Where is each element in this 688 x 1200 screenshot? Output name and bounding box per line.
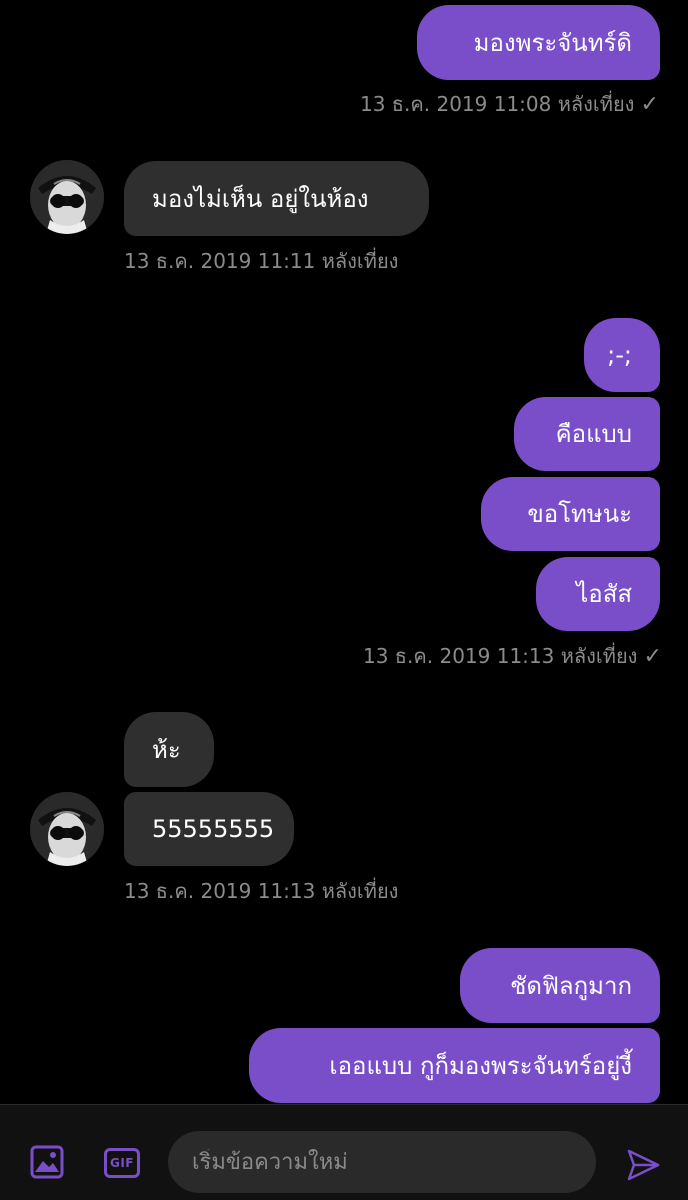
message-timestamp: 13 ธ.ค. 2019 11:08 หลังเที่ยง ✓ — [360, 88, 660, 120]
message-bubble-outgoing[interactable]: คือแบบ — [514, 397, 660, 471]
image-icon — [30, 1145, 64, 1179]
timestamp-text: 13 ธ.ค. 2019 11:11 หลังเที่ยง — [124, 249, 399, 273]
message-text: 55555555 — [152, 815, 275, 843]
message-timestamp: 13 ธ.ค. 2019 11:13 หลังเที่ยง — [124, 875, 424, 907]
send-button[interactable] — [622, 1144, 664, 1186]
image-button[interactable] — [28, 1143, 66, 1181]
avatar[interactable] — [30, 160, 104, 234]
message-bubble-outgoing[interactable]: ขอโทษนะ — [481, 477, 660, 551]
message-input-field[interactable] — [168, 1131, 596, 1193]
message-text: ชัดฟิลกูมาก — [510, 971, 632, 1000]
message-bubble-outgoing[interactable]: ;-; — [584, 318, 660, 392]
message-text: ไอสัส — [576, 580, 632, 608]
message-text: เออแบบ กูก็มองพระจันทร์อยู่งี้ — [329, 1051, 632, 1080]
composer-bar: GIF — [0, 1104, 688, 1200]
message-timestamp: 13 ธ.ค. 2019 11:11 หลังเที่ยง — [124, 245, 424, 277]
message-bubble-outgoing[interactable]: เออแบบ กูก็มองพระจันทร์อยู่งี้ — [249, 1028, 660, 1103]
message-input[interactable] — [190, 1148, 596, 1176]
message-text: ;-; — [607, 341, 632, 369]
sent-check-icon: ✓ — [643, 644, 662, 669]
message-bubble-incoming[interactable]: 55555555 — [124, 792, 294, 866]
message-text: คือแบบ — [555, 420, 632, 448]
message-bubble-incoming[interactable]: ห้ะ — [124, 712, 214, 787]
timestamp-text: 13 ธ.ค. 2019 11:13 หลังเที่ยง — [124, 879, 399, 903]
message-bubble-outgoing[interactable]: ไอสัส — [536, 557, 660, 631]
gif-button[interactable]: GIF — [103, 1144, 141, 1182]
message-text: ขอโทษนะ — [527, 500, 632, 528]
message-text: มองไม่เห็น อยู่ในห้อง — [152, 184, 369, 213]
avatar[interactable] — [30, 792, 104, 866]
timestamp-text: 13 ธ.ค. 2019 11:08 หลังเที่ยง — [360, 92, 635, 116]
avatar-image — [30, 792, 104, 866]
message-text: มองพระจันทร์ดิ — [473, 28, 632, 57]
message-timestamp: 13 ธ.ค. 2019 11:13 หลังเที่ยง ✓ — [363, 640, 663, 672]
send-icon — [627, 1149, 660, 1181]
message-text: ห้ะ — [152, 735, 181, 764]
timestamp-text: 13 ธ.ค. 2019 11:13 หลังเที่ยง — [363, 644, 638, 668]
gif-icon: GIF — [104, 1148, 140, 1178]
message-bubble-outgoing[interactable]: มองพระจันทร์ดิ — [417, 5, 660, 80]
message-bubble-outgoing[interactable]: ชัดฟิลกูมาก — [460, 948, 660, 1023]
avatar-image — [30, 160, 104, 234]
sent-check-icon: ✓ — [640, 92, 659, 117]
message-bubble-incoming[interactable]: มองไม่เห็น อยู่ในห้อง — [124, 161, 429, 236]
